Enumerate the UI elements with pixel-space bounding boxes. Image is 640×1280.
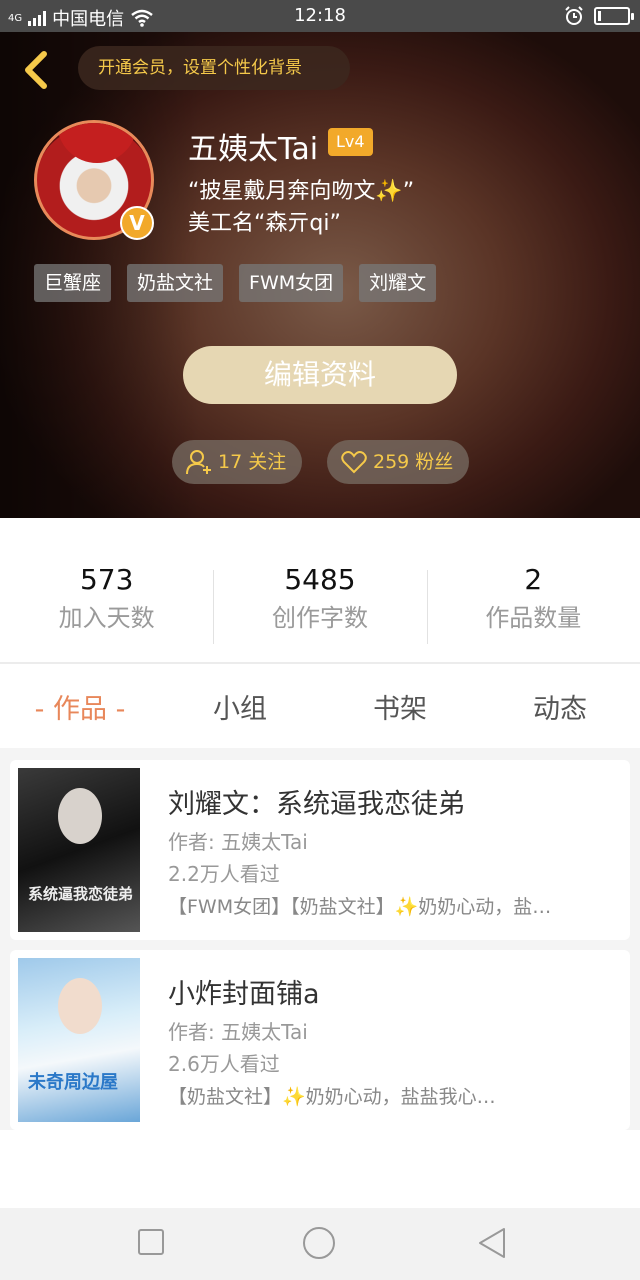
tab-groups[interactable]: 小组 bbox=[160, 672, 320, 748]
stat-works-count: 2 作品数量 bbox=[426, 560, 640, 648]
tab-works[interactable]: - 作品 - bbox=[0, 672, 160, 748]
work-cover: 系统逼我恋徒弟 bbox=[18, 768, 140, 932]
tag-item[interactable]: 奶盐文社 bbox=[127, 264, 224, 302]
stat-value: 573 bbox=[79, 563, 134, 596]
stat-join-days: 573 加入天数 bbox=[0, 560, 213, 648]
alarm-icon bbox=[565, 6, 583, 25]
chevron-left-icon bbox=[25, 51, 47, 89]
tag-item[interactable]: 刘耀文 bbox=[359, 264, 437, 302]
status-time: 12:18 bbox=[294, 5, 346, 26]
vip-banner-button[interactable]: 开通会员，设置个性化背景 bbox=[78, 46, 350, 90]
system-nav-bar bbox=[0, 1208, 640, 1280]
tab-bookshelf[interactable]: 书架 bbox=[320, 672, 480, 748]
tag-item[interactable]: 巨蟹座 bbox=[34, 264, 112, 302]
stat-label: 加入天数 bbox=[58, 604, 155, 632]
verified-badge: V bbox=[120, 206, 154, 240]
back-button[interactable] bbox=[18, 48, 58, 92]
status-right bbox=[564, 6, 634, 26]
stat-value: 2 bbox=[524, 563, 543, 596]
work-title: 刘耀文：系统逼我恋徒弟 bbox=[168, 789, 465, 820]
work-description: 【FWM女团】【奶盐文社】✨奶奶心动，盐… bbox=[168, 896, 552, 918]
profile-header: 开通会员，设置个性化背景 V 五姨太Tai Lv4 “披星戴月奔向吻文✨” 美工… bbox=[0, 32, 640, 518]
level-badge: Lv4 bbox=[328, 128, 373, 156]
works-list: 系统逼我恋徒弟 刘耀文：系统逼我恋徒弟 作者: 五姨太Tai 2.2万人看过 【… bbox=[0, 748, 640, 1130]
recent-apps-icon[interactable] bbox=[137, 1228, 165, 1256]
stat-label: 创作字数 bbox=[271, 604, 368, 632]
status-bar: 4G 中国电信 12:18 bbox=[0, 0, 640, 32]
cover-title: 系统逼我恋徒弟 bbox=[28, 885, 134, 903]
bio-line-2: 美工名“森亓qi” bbox=[188, 211, 341, 236]
stats-row: 573 加入天数 5485 创作字数 2 作品数量 bbox=[0, 560, 640, 648]
edit-profile-button[interactable]: 编辑资料 bbox=[183, 346, 457, 404]
work-cover: 未奇周边屋 bbox=[18, 958, 140, 1122]
battery-icon bbox=[594, 7, 634, 25]
back-nav-icon[interactable] bbox=[477, 1226, 507, 1260]
bio: “披星戴月奔向吻文✨” 美工名“森亓qi” bbox=[188, 176, 588, 240]
work-author: 作者: 五姨太Tai bbox=[168, 830, 308, 854]
work-title: 小炸封面铺a bbox=[168, 979, 320, 1010]
stat-word-count: 5485 创作字数 bbox=[213, 560, 426, 648]
following-button[interactable]: 17 关注 bbox=[172, 440, 303, 484]
fans-count: 259 粉丝 bbox=[373, 451, 454, 473]
work-views: 2.2万人看过 bbox=[168, 862, 280, 886]
bio-line-1: “披星戴月奔向吻文✨” bbox=[188, 179, 415, 204]
stat-value: 5485 bbox=[284, 563, 356, 596]
tag-list: 巨蟹座 奶盐文社 FWM女团 刘耀文 bbox=[34, 264, 437, 302]
following-count: 17 关注 bbox=[218, 451, 287, 473]
divider bbox=[0, 662, 640, 664]
tag-item[interactable]: FWM女团 bbox=[239, 264, 344, 302]
work-author: 作者: 五姨太Tai bbox=[168, 1020, 308, 1044]
work-card[interactable]: 系统逼我恋徒弟 刘耀文：系统逼我恋徒弟 作者: 五姨太Tai 2.2万人看过 【… bbox=[10, 760, 630, 940]
home-icon[interactable] bbox=[302, 1226, 336, 1260]
username: 五姨太Tai bbox=[188, 132, 319, 167]
tab-activity[interactable]: 动态 bbox=[480, 672, 640, 748]
fans-button[interactable]: 259 粉丝 bbox=[327, 440, 470, 484]
work-views: 2.6万人看过 bbox=[168, 1052, 280, 1076]
user-add-icon bbox=[186, 450, 211, 475]
heart-icon bbox=[341, 451, 367, 474]
profile-tabs: - 作品 - 小组 书架 动态 bbox=[0, 672, 640, 748]
cover-title: 未奇周边屋 bbox=[28, 1072, 118, 1093]
work-description: 【奶盐文社】✨奶奶心动，盐盐我心… bbox=[168, 1086, 496, 1108]
stat-label: 作品数量 bbox=[485, 604, 582, 632]
work-card[interactable]: 未奇周边屋 小炸封面铺a 作者: 五姨太Tai 2.6万人看过 【奶盐文社】✨奶… bbox=[10, 950, 630, 1130]
